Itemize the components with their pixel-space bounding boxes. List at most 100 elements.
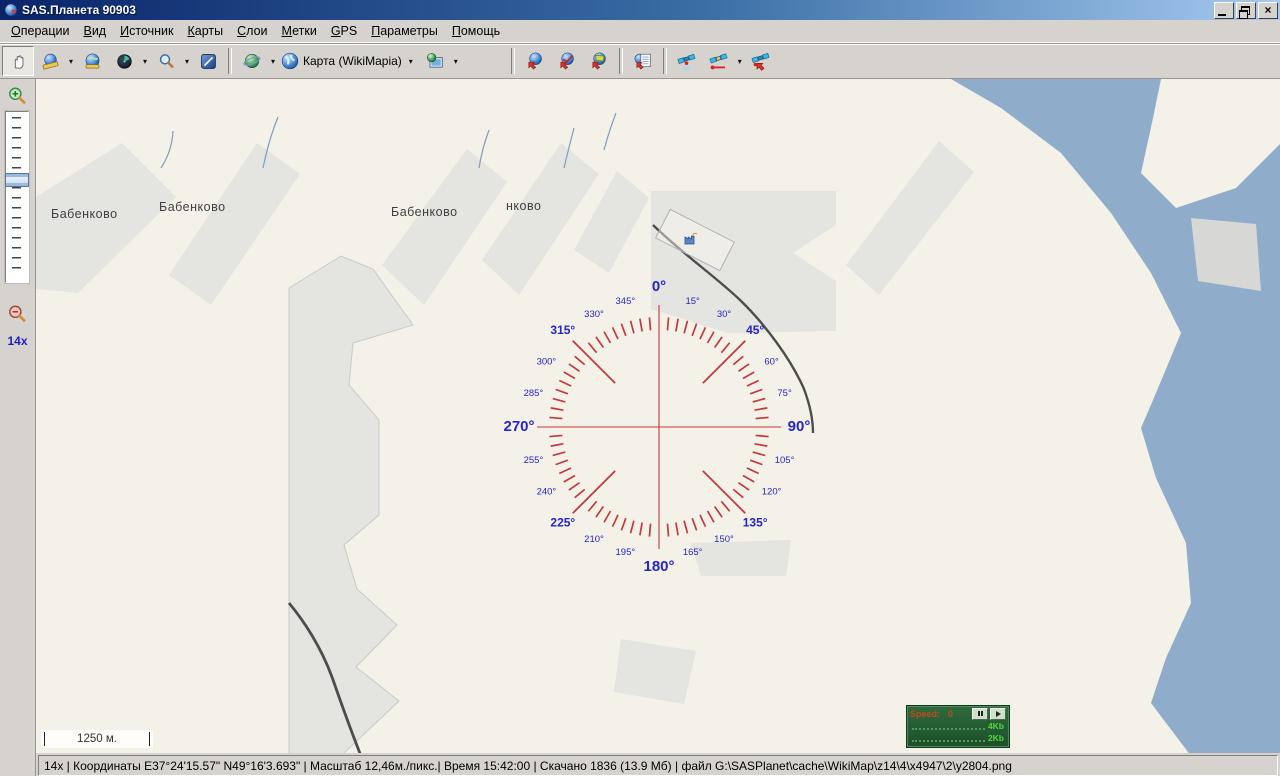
zoom-out-button[interactable] xyxy=(3,301,31,327)
scale-bar-label: 1250 м. xyxy=(77,733,117,745)
previous-map-button[interactable] xyxy=(236,46,268,76)
svg-text:75°: 75° xyxy=(777,388,792,399)
layers-dropdown-arrow[interactable]: ▾ xyxy=(451,57,461,66)
gps-speed-panel: Speed: 0 4Kb 2Kb xyxy=(906,705,1010,748)
toolbar-separator xyxy=(511,48,515,74)
status-text: 14x | Координаты E37°24'15.57" N49°16'3.… xyxy=(38,755,1278,776)
gps-position-button[interactable] xyxy=(745,46,777,76)
zoom-box-dropdown-arrow[interactable]: ▾ xyxy=(182,57,192,66)
svg-text:90°: 90° xyxy=(788,418,811,435)
map-column: Бабенково Бабенково Бабенково нково 0°15… xyxy=(36,79,1280,776)
menu-layers[interactable]: Слои xyxy=(230,22,274,40)
zoom-in-magnifier-icon xyxy=(7,86,27,106)
zoom-in-button[interactable] xyxy=(3,83,31,109)
globe-ruler-icon xyxy=(84,53,101,70)
window-title: SAS.Планета 90903 xyxy=(22,3,1212,17)
menu-view[interactable]: Вид xyxy=(76,22,113,40)
svg-text:15°: 15° xyxy=(685,296,700,307)
zoom-box-button[interactable] xyxy=(150,46,182,76)
blue-globe-icon xyxy=(281,52,299,70)
svg-text:300°: 300° xyxy=(537,357,557,368)
pan-tool-button[interactable] xyxy=(2,46,34,76)
svg-text:315°: 315° xyxy=(550,323,575,337)
svg-text:270°: 270° xyxy=(503,418,534,435)
placemark-manager-button[interactable] xyxy=(627,46,659,76)
layers-icon xyxy=(426,52,444,70)
svg-text:330°: 330° xyxy=(584,309,604,320)
speed-pause-button[interactable] xyxy=(972,708,988,720)
toolbar-separator xyxy=(619,48,623,74)
dark-sphere-icon xyxy=(116,53,133,70)
measure-dropdown-arrow[interactable]: ▾ xyxy=(66,57,76,66)
toolbar-separator xyxy=(228,48,232,74)
menu-bar: Операции Вид Источник Карты Слои Метки G… xyxy=(0,20,1280,43)
zoom-sidebar: 14x xyxy=(0,79,36,776)
gps-track-button[interactable] xyxy=(671,46,703,76)
restore-button[interactable] xyxy=(1236,2,1256,19)
selection-rect-button[interactable] xyxy=(192,46,224,76)
measure-globe-icon xyxy=(42,53,59,70)
svg-text:0°: 0° xyxy=(652,278,666,295)
place-label: Бабенково xyxy=(391,205,458,219)
title-bar[interactable]: SAS.Планета 90903 × xyxy=(0,0,1280,20)
green-globe-icon xyxy=(243,52,261,70)
menu-maps[interactable]: Карты xyxy=(180,22,230,40)
measure-distance-button[interactable] xyxy=(34,46,66,76)
map-viewport[interactable]: Бабенково Бабенково Бабенково нково 0°15… xyxy=(36,79,1280,753)
globe-polygon-icon xyxy=(590,52,608,70)
traffic-dotted-line xyxy=(912,728,985,730)
layers-button[interactable] xyxy=(419,46,451,76)
shore-gray-patch xyxy=(1191,218,1261,291)
add-polygon-button[interactable] xyxy=(583,46,615,76)
resize-arrow-icon xyxy=(200,53,217,70)
menu-gps[interactable]: GPS xyxy=(324,22,364,40)
menu-placemarks[interactable]: Метки xyxy=(275,22,324,40)
svg-text:135°: 135° xyxy=(743,515,768,529)
svg-text:60°: 60° xyxy=(764,357,779,368)
restore-icon xyxy=(1241,6,1250,15)
navigation-dropdown-arrow[interactable]: ▾ xyxy=(140,57,150,66)
zoom-slider[interactable] xyxy=(5,111,29,283)
hand-icon xyxy=(10,53,27,70)
menu-source[interactable]: Источник xyxy=(113,22,180,40)
menu-parameters[interactable]: Параметры xyxy=(364,22,445,40)
minimize-icon xyxy=(1218,14,1226,16)
map-selector-label: Карта (WikiMapia) xyxy=(303,54,402,68)
map-selector-button[interactable]: Карта (WikiMapia) ▾ xyxy=(278,47,419,75)
status-bar: 14x | Координаты E37°24'15.57" N49°16'3.… xyxy=(36,753,1280,776)
svg-text:285°: 285° xyxy=(524,388,544,399)
svg-text:210°: 210° xyxy=(584,534,604,545)
map-selector-dropdown-arrow[interactable]: ▾ xyxy=(406,57,416,66)
menu-operations[interactable]: Операции xyxy=(4,22,76,40)
full-extent-button[interactable] xyxy=(76,46,108,76)
gps-connect-dropdown-arrow[interactable]: ▾ xyxy=(735,57,745,66)
traffic-row-label: 4Kb xyxy=(985,721,1004,731)
speed-play-button[interactable] xyxy=(990,708,1006,720)
play-icon xyxy=(996,711,1001,717)
content-region: 14x xyxy=(0,79,1280,776)
navigation-sphere-button[interactable] xyxy=(108,46,140,76)
close-button[interactable]: × xyxy=(1258,2,1278,19)
traffic-row: 2Kb xyxy=(912,734,1004,743)
scale-bar: 1250 м. xyxy=(41,730,153,748)
svg-text:105°: 105° xyxy=(775,455,795,466)
place-label: нково xyxy=(506,199,541,213)
svg-text:150°: 150° xyxy=(714,534,734,545)
svg-text:225°: 225° xyxy=(550,515,575,529)
zoom-slider-thumb[interactable] xyxy=(5,173,29,187)
gps-connect-button[interactable] xyxy=(703,46,735,76)
add-path-button[interactable] xyxy=(551,46,583,76)
app-window: SAS.Планета 90903 × Операции Вид Источни… xyxy=(0,0,1280,776)
place-label: Бабенково xyxy=(51,207,118,221)
satellite-marker-icon xyxy=(751,52,770,71)
previous-map-dropdown-arrow[interactable]: ▾ xyxy=(268,57,278,66)
zoom-level-label: 14x xyxy=(0,334,35,348)
svg-text:180°: 180° xyxy=(643,558,674,575)
speed-title: Speed: xyxy=(910,709,940,719)
minimize-button[interactable] xyxy=(1214,2,1234,19)
app-icon xyxy=(4,3,18,17)
menu-help[interactable]: Помощь xyxy=(445,22,507,40)
svg-text:45°: 45° xyxy=(746,323,764,337)
close-icon: × xyxy=(1264,4,1271,16)
add-placemark-button[interactable] xyxy=(519,46,551,76)
